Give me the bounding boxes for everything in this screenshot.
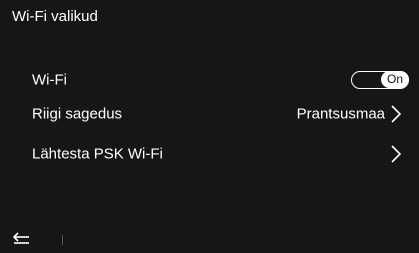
- country-frequency-row[interactable]: Riigi sagedus Prantsusmaa: [0, 97, 419, 131]
- wifi-toggle[interactable]: On: [351, 71, 409, 89]
- wifi-toggle-row[interactable]: Wi-Fi On: [0, 63, 419, 97]
- country-frequency-label: Riigi sagedus: [32, 105, 123, 123]
- toggle-state-label: On: [381, 71, 409, 88]
- country-frequency-value: Prantsusmaa: [296, 105, 385, 123]
- chevron-right-icon: [391, 105, 402, 123]
- chevron-right-icon: [391, 145, 402, 163]
- back-arrow-icon[interactable]: [12, 231, 34, 247]
- page-title: Wi-Fi valikud: [12, 8, 98, 25]
- bottom-bar: [0, 227, 419, 253]
- wifi-options-screen: Wi-Fi valikud Wi-Fi On Riigi sagedus Pra…: [0, 0, 419, 253]
- reset-psk-label: Lähtesta PSK Wi-Fi: [32, 145, 163, 163]
- reset-psk-row[interactable]: Lähtesta PSK Wi-Fi: [0, 137, 419, 171]
- bottom-divider: [62, 235, 63, 245]
- wifi-label: Wi-Fi: [32, 71, 67, 89]
